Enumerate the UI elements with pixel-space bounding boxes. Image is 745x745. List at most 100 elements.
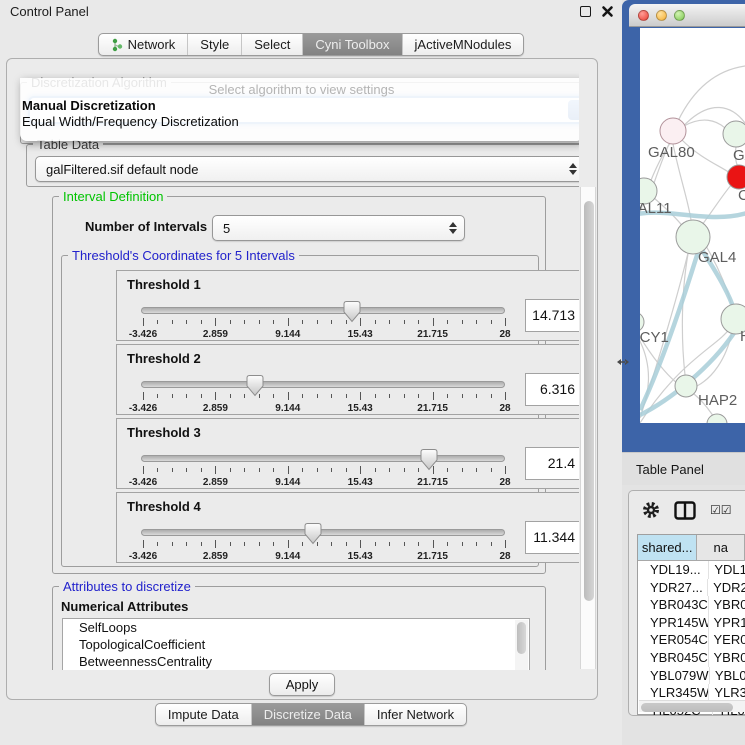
tab-select[interactable]: Select xyxy=(242,34,303,55)
network-node-gal80[interactable] xyxy=(660,118,686,144)
slider-tick-labels: -3.4262.8599.14415.4321.71528 xyxy=(143,551,505,563)
table-column-header-na[interactable]: na xyxy=(697,535,745,560)
network-node-c[interactable] xyxy=(727,165,745,189)
tab-discretize-data[interactable]: Discretize Data xyxy=(252,704,365,725)
cell-shared-name: YBL079W xyxy=(638,667,710,685)
network-canvas[interactable]: GAL80GACGAL11GAL4GCY1HHAP2 xyxy=(640,28,745,423)
number-of-intervals-combobox[interactable]: 5 xyxy=(212,215,465,241)
threshold-slider-1[interactable]: -3.4262.8599.14415.4321.71528 xyxy=(141,301,507,341)
slider-thumb[interactable] xyxy=(342,300,361,323)
top-tabbar: Network Style Select Cyni ToolboxjActiveMNo… xyxy=(0,33,622,57)
slider-thumb[interactable] xyxy=(304,522,323,545)
table-hscrollbar-thumb[interactable] xyxy=(641,703,733,712)
bottom-tabbar: Impute Data Discretize Data Infer Network xyxy=(0,703,622,726)
apply-button[interactable]: Apply xyxy=(269,673,335,696)
table-column-header-shared[interactable]: shared... xyxy=(638,535,697,560)
slider-tick-labels: -3.4262.8599.14415.4321.71528 xyxy=(143,329,505,341)
table-row[interactable]: YPR145WYPR1 xyxy=(638,614,745,632)
cell-shared-name: YER054C xyxy=(638,631,709,649)
tab-infer-network[interactable]: Infer Network xyxy=(365,704,466,725)
node-attribute-table: shared...na YDL19...YDL1YDR27...YDR2YBR0… xyxy=(637,534,745,715)
close-traffic-light-icon[interactable] xyxy=(638,10,649,21)
table-row[interactable]: YDR27...YDR2 xyxy=(638,579,745,597)
network-node[interactable] xyxy=(707,414,727,423)
threshold-value-field[interactable]: 14.713 xyxy=(525,299,579,332)
close-icon[interactable] xyxy=(601,5,614,18)
screenshot-root: Control Panel Network Style Select Cyni Too… xyxy=(0,0,745,745)
tab-label: Discretize Data xyxy=(264,707,352,722)
threshold-slider-3[interactable]: -3.4262.8599.14415.4321.71528 xyxy=(141,449,507,489)
network-node-ga[interactable] xyxy=(723,121,745,147)
table-row[interactable]: YBL079WYBL0 xyxy=(638,667,745,685)
threshold-slider-2[interactable]: -3.4262.8599.14415.4321.71528 xyxy=(141,375,507,415)
columns-icon[interactable] xyxy=(674,501,696,520)
tab-network[interactable]: Network xyxy=(99,34,189,55)
combo-stepper-icon[interactable] xyxy=(449,216,457,240)
slider-tick-labels: -3.4262.8599.14415.4321.71528 xyxy=(143,477,505,489)
settings-scrollbar-thumb[interactable] xyxy=(584,201,594,601)
zoom-traffic-light-icon[interactable] xyxy=(674,10,685,21)
threshold-value-field[interactable]: 6.316 xyxy=(525,373,579,406)
threshold-value-field[interactable]: 11.344 xyxy=(525,521,579,554)
attributes-group-title: Attributes to discretize xyxy=(59,579,195,594)
float-window-icon[interactable] xyxy=(580,6,591,17)
cell-shared-name: YPR145W xyxy=(638,614,709,632)
threshold-slider-4[interactable]: -3.4262.8599.14415.4321.71528 xyxy=(141,523,507,563)
settings-vertical-scrollbar[interactable] xyxy=(580,187,596,669)
tab-label: Select xyxy=(254,37,290,52)
algorithm-option-equal-width-frequency-discretization[interactable]: Equal Width/Frequency Discretization xyxy=(20,114,579,130)
threshold-panel-3: Threshold 3 -3.4262.8599.14415.4321.71528… xyxy=(116,418,579,489)
control-panel-titlebar: Control Panel xyxy=(0,0,622,24)
thresholds-group-title: Threshold's Coordinates for 5 Intervals xyxy=(68,248,299,263)
network-node-label: H xyxy=(740,328,745,345)
network-view-window: GAL80GACGAL11GAL4GCY1HHAP2 xyxy=(622,0,745,455)
table-row[interactable]: YBR045CYBR0 xyxy=(638,649,745,667)
tab-cyni-toolbox[interactable]: Cyni Toolbox xyxy=(303,34,402,55)
table-panel-title: Table Panel xyxy=(636,462,704,477)
attribute-item-selfloops[interactable]: SelfLoops xyxy=(63,619,529,636)
slider-track[interactable] xyxy=(141,381,505,388)
cell-shared-name: YBR043C xyxy=(638,596,709,614)
slider-thumb[interactable] xyxy=(419,448,438,471)
table-row[interactable]: YBR043CYBR0 xyxy=(638,596,745,614)
table-row[interactable]: YER054CYER0 xyxy=(638,631,745,649)
slider-thumb[interactable] xyxy=(246,374,265,397)
table-horizontal-scrollbar[interactable] xyxy=(639,700,745,712)
algorithm-option-manual-discretization[interactable]: Manual Discretization xyxy=(20,98,579,114)
combo-stepper-icon[interactable] xyxy=(569,157,577,181)
slider-track[interactable] xyxy=(141,307,505,314)
slider-ticks xyxy=(143,318,505,327)
attribute-item-topologicalcoefficient[interactable]: TopologicalCoefficient xyxy=(63,636,529,653)
network-node-hap2[interactable] xyxy=(675,375,697,397)
numerical-attributes-label: Numerical Attributes xyxy=(61,599,188,614)
tab-jactivemnodules[interactable]: jActiveMNodules xyxy=(403,34,524,55)
numerical-attributes-list[interactable]: SelfLoopsTopologicalCoefficientBetweenne… xyxy=(62,618,530,670)
slider-track[interactable] xyxy=(141,455,505,462)
cell-shared-name: YDR27... xyxy=(638,579,708,597)
settings-viewport: Discretization Algorithm Table Data galF… xyxy=(12,62,579,670)
attribute-item-betweennesscentrality[interactable]: BetweennessCentrality xyxy=(63,653,529,670)
cell-shared-name: YBR045C xyxy=(638,649,709,667)
slider-ticks xyxy=(143,392,505,401)
slider-track[interactable] xyxy=(141,529,505,536)
panel-title: Control Panel xyxy=(10,4,89,19)
cell-name: YER0 xyxy=(709,631,745,649)
tab-impute-data[interactable]: Impute Data xyxy=(156,704,252,725)
table-data-combobox[interactable]: galFiltered.sif default node xyxy=(35,156,579,182)
tab-label: Impute Data xyxy=(168,707,239,722)
tab-label: Network xyxy=(128,37,176,52)
network-window-titlebar xyxy=(629,4,745,27)
network-node-label: C xyxy=(738,187,745,204)
number-of-intervals-label: Number of Intervals xyxy=(85,219,207,234)
table-row[interactable]: YDL19...YDL1 xyxy=(638,561,745,579)
threshold-label: Threshold 3 xyxy=(127,425,201,440)
minimize-traffic-light-icon[interactable] xyxy=(656,10,667,21)
tab-style[interactable]: Style xyxy=(188,34,242,55)
resize-cursor-icon xyxy=(617,356,629,368)
algorithm-dropdown-popup: Select algorithm to view settings Manual… xyxy=(20,78,579,141)
select-columns-checkboxes-icon[interactable]: ☑☑ xyxy=(710,503,732,517)
attributes-list-scrollbar[interactable] xyxy=(515,620,528,670)
gear-icon[interactable] xyxy=(642,501,660,519)
threshold-value-field[interactable]: 21.4 xyxy=(525,447,579,480)
table-data-combobox-value: galFiltered.sif default node xyxy=(46,162,198,177)
